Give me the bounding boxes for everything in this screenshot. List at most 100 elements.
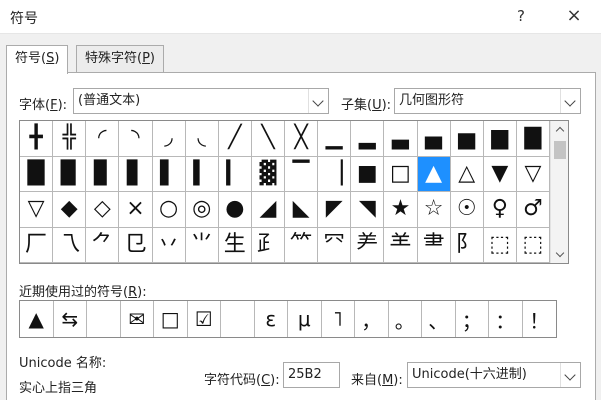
symbol-cell[interactable]: ◆ — [53, 192, 87, 228]
symbol-cell[interactable]: ♂ — [516, 192, 550, 228]
recent-symbol-cell[interactable]: μ — [288, 301, 322, 337]
symbol-cell[interactable]: ▲ — [417, 156, 451, 192]
symbol-cell[interactable]: ⺶ — [351, 227, 385, 263]
font-select-value: (普通文本) — [78, 93, 141, 108]
symbol-cell[interactable]: ◟ — [185, 121, 219, 157]
symbol-cell[interactable]: ╲ — [251, 121, 285, 157]
symbol-cell[interactable]: ▆ — [483, 121, 517, 157]
recent-symbol-cell[interactable]: ☑ — [188, 301, 221, 337]
symbol-cell[interactable]: ⺳ — [318, 227, 352, 263]
symbol-cell[interactable]: ▂ — [351, 121, 385, 157]
symbol-cell[interactable]: ☉ — [450, 192, 484, 228]
symbol-cell[interactable]: ▎ — [218, 156, 252, 192]
help-button[interactable]: ? — [508, 5, 534, 27]
recent-symbol-cell[interactable]: 。 — [389, 301, 422, 337]
symbol-grid-cells: ╋ ╬ ◜ ◝ ◞ ◟ ╱ ╲ ╳ ▁ ▂ ▃ ▄ ▅ ▆ ▇ █ ▉ ▊ ▋ ▌ ▍ ▎ ▓ ▔ ▕ ■ □ ▲ △ ▼ ▽ ▽ ◆ ◇ × ○ ◎ ● ◢… — [20, 121, 550, 263]
symbol-cell[interactable]: ♀ — [483, 192, 517, 228]
symbol-cell[interactable]: ◞ — [152, 121, 186, 157]
symbol-cell[interactable]: ● — [218, 192, 252, 228]
symbol-cell[interactable]: ⺪ — [251, 227, 285, 263]
symbol-cell[interactable]: ◎ — [185, 192, 219, 228]
symbol-cell[interactable]: ▅ — [450, 121, 484, 157]
tab-symbols-label: 符号( — [15, 51, 47, 66]
symbol-cell[interactable]: ▊ — [86, 156, 120, 192]
symbol-cell[interactable]: ⺮ — [285, 227, 319, 263]
recent-symbol-cell[interactable]: ▲ — [20, 301, 54, 337]
symbol-cell[interactable]: ⬚ — [516, 227, 550, 263]
recent-symbol-cell[interactable]: ： — [489, 301, 523, 337]
tab-symbols[interactable]: 符号(S) — [6, 45, 69, 74]
recent-symbol-cell[interactable]: ， — [355, 301, 389, 337]
symbol-cell[interactable]: ★ — [384, 192, 418, 228]
recent-symbol-cell[interactable]: ˥ — [322, 301, 355, 337]
symbol-cell[interactable]: ╳ — [285, 121, 319, 157]
symbol-cell[interactable]: ⻖ — [450, 227, 484, 263]
recent-symbol-cell[interactable]: ； — [456, 301, 489, 337]
tab-special-chars[interactable]: 特殊字符(P) — [76, 45, 164, 73]
recent-symbol-cell[interactable]: ！ — [523, 301, 557, 337]
symbol-cell[interactable]: ▽ — [20, 192, 54, 228]
symbol-cell[interactable]: ⬚ — [483, 227, 517, 263]
recent-symbol-cell[interactable] — [87, 301, 121, 337]
symbol-cell[interactable]: ▋ — [119, 156, 153, 192]
symbol-cell[interactable]: ◢ — [251, 192, 285, 228]
symbol-cell[interactable]: ⺌ — [185, 227, 219, 263]
symbol-cell[interactable]: ☆ — [417, 192, 451, 228]
symbol-cell[interactable]: ⺷ — [384, 227, 418, 263]
from-label: 来自(M): — [351, 373, 403, 388]
chevron-down-icon[interactable] — [308, 89, 328, 113]
font-label: 字体(F): — [19, 98, 68, 113]
symbol-cell[interactable]: ◤ — [318, 192, 352, 228]
symbol-cell[interactable]: ▇ — [516, 121, 550, 157]
symbol-cell[interactable]: ╱ — [218, 121, 252, 157]
symbol-cell[interactable]: ▓ — [251, 156, 285, 192]
symbol-cell[interactable]: ◝ — [119, 121, 153, 157]
recent-symbol-cell[interactable]: ⇆ — [54, 301, 87, 337]
recent-symbol-cell[interactable]: ε — [255, 301, 288, 337]
symbol-cell[interactable]: ▍ — [185, 156, 219, 192]
symbol-cell[interactable]: ╬ — [53, 121, 87, 157]
scroll-down-icon[interactable] — [551, 246, 569, 263]
char-code-input[interactable]: 25B2 — [283, 362, 340, 388]
symbol-cell[interactable]: ○ — [152, 192, 186, 228]
symbol-cell[interactable]: ▉ — [53, 156, 87, 192]
from-select[interactable]: Unicode(十六进制) — [407, 362, 581, 388]
scroll-thumb[interactable] — [554, 141, 566, 159]
symbol-cell[interactable]: ■ — [351, 156, 385, 192]
symbol-cell[interactable]: ▔ — [285, 156, 319, 192]
symbol-cell[interactable]: ▃ — [384, 121, 418, 157]
symbol-cell[interactable]: △ — [450, 156, 484, 192]
recent-symbol-cell[interactable]: □ — [154, 301, 188, 337]
symbol-grid-scrollbar[interactable] — [550, 121, 568, 263]
font-select[interactable]: (普通文本) — [73, 88, 329, 114]
symbol-cell[interactable]: ◥ — [351, 192, 385, 228]
symbol-cell[interactable]: ▌ — [152, 156, 186, 192]
scroll-up-icon[interactable] — [551, 121, 569, 138]
subset-select[interactable]: 几何图形符 — [394, 88, 581, 114]
symbol-cell[interactable]: ▁ — [318, 121, 352, 157]
recent-symbol-cell[interactable] — [221, 301, 255, 337]
symbol-cell[interactable]: ╋ — [20, 121, 54, 157]
symbol-cell[interactable]: ⺻ — [417, 227, 451, 263]
chevron-down-icon[interactable] — [560, 363, 580, 387]
symbol-cell[interactable]: 㔾 — [119, 227, 153, 263]
symbol-cell[interactable]: ⺈ — [86, 227, 120, 263]
symbol-cell[interactable]: □ — [384, 156, 418, 192]
symbol-cell[interactable]: ◜ — [86, 121, 120, 157]
symbol-cell[interactable]: █ — [20, 156, 54, 192]
symbol-cell[interactable]: 乁 — [53, 227, 87, 263]
symbol-cell[interactable]: ◇ — [86, 192, 120, 228]
symbol-cell[interactable]: 丷 — [152, 227, 186, 263]
symbol-cell[interactable]: 生 — [218, 227, 252, 263]
recent-symbol-cell[interactable]: ✉ — [121, 301, 154, 337]
chevron-down-icon[interactable] — [560, 89, 580, 113]
symbol-cell[interactable]: ▽ — [516, 156, 550, 192]
symbol-cell[interactable]: 厂 — [20, 227, 54, 263]
close-button[interactable]: × — [561, 5, 587, 27]
recent-symbol-cell[interactable]: 、 — [422, 301, 456, 337]
symbol-cell[interactable]: ◣ — [285, 192, 319, 228]
symbol-cell[interactable]: × — [119, 192, 153, 228]
symbol-cell[interactable]: ▄ — [417, 121, 451, 157]
symbol-cell[interactable]: ▼ — [483, 156, 517, 192]
symbol-cell[interactable]: ▕ — [318, 156, 352, 192]
